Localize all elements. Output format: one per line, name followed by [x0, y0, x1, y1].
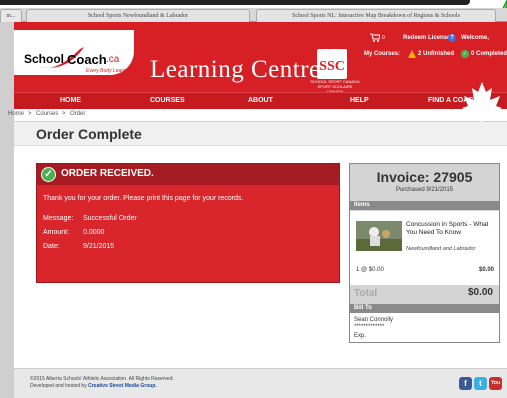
bill-to-label: Bill To [354, 305, 372, 311]
nav-home[interactable]: HOME [60, 97, 81, 104]
breadcrumb-home[interactable]: Home [8, 111, 24, 117]
ssc-logo-text: SSC [319, 59, 345, 74]
logo-ca-text: .ca [106, 54, 120, 65]
invoice-panel: Invoice: 27905 Purchased 9/21/2015 Items… [349, 163, 500, 343]
cart-icon[interactable] [370, 33, 380, 42]
ssc-logo-icon: SSC [317, 49, 347, 79]
order-amount-label: Amount: [43, 229, 70, 236]
youtube-icon[interactable]: You [489, 377, 502, 390]
breadcrumb-order: Order [70, 111, 86, 117]
completed-check-icon: ✓ [461, 50, 469, 58]
browser-tab[interactable]: School Sports Newfoundland & Labrador [26, 9, 250, 22]
order-date-value: 9/21/2015 [83, 243, 115, 250]
invoice-title: Invoice: 27905 [376, 169, 473, 185]
cart-count: 0 [382, 35, 385, 41]
main-nav: HOME COURSES ABOUT HELP FIND A COACH [14, 92, 507, 109]
items-label: Items [354, 202, 370, 208]
order-message-value: Successful Order [83, 215, 137, 222]
unfinished-courses-link[interactable]: 2 Unfinished [418, 51, 454, 57]
order-amount-value: 0.0000 [83, 229, 105, 236]
left-gutter [0, 22, 14, 398]
footer-copyright: ©2015 Alberta Schools' Athletic Associat… [30, 376, 174, 382]
site-title: Learning Centre [150, 56, 321, 83]
page-title-bar: Order Complete [14, 122, 507, 146]
page-title: Order Complete [36, 126, 142, 142]
browser-tab[interactable]: m... [0, 9, 22, 22]
course-thumbnail-image-icon [356, 221, 402, 251]
footer-developer-link[interactable]: Creative Street Media Group. [88, 383, 157, 389]
order-message-row: Message: Successful Order [43, 215, 137, 222]
completed-courses-link[interactable]: 0 Completed [471, 51, 507, 57]
logo-tagline: Every Body Learns [86, 68, 129, 74]
bill-to-panel: Sean Connolly ************* Exp. [350, 313, 499, 342]
item-quantity-price: 1 @ $0.00 [356, 267, 384, 273]
bill-to-exp: Exp. [354, 333, 367, 339]
breadcrumb-courses[interactable]: Courses [36, 111, 58, 117]
order-date-label: Date: [43, 243, 60, 250]
twitter-icon[interactable]: t [474, 377, 487, 390]
browser-tab-strip: m... School Sports Newfoundland & Labrad… [0, 8, 507, 22]
order-amount-row: Amount: 0.0000 [43, 229, 104, 236]
bill-to-section-bar: Bill To [350, 304, 499, 313]
logo-school-text: School [24, 52, 65, 66]
logo-coach-text: Coach [67, 52, 107, 67]
course-region: Newfoundland and Labrador [406, 246, 476, 252]
total-label: Total [354, 288, 378, 299]
welcome-text: Welcome, [461, 35, 489, 41]
footer-developed: Developed and hosted by Creative Street … [30, 383, 157, 389]
total-value: $0.00 [467, 287, 493, 298]
nav-courses[interactable]: COURSES [150, 97, 185, 104]
course-thumbnail [356, 221, 402, 251]
breadcrumb-separator: > [28, 111, 32, 117]
bill-to-name: Sean Connolly [354, 317, 394, 323]
nav-about[interactable]: ABOUT [248, 97, 273, 104]
items-section-bar: Items [350, 201, 499, 210]
browser-tab[interactable]: School Sports NL: Interactive Map Breakd… [256, 9, 496, 22]
breadcrumb: Home > Courses > Order [8, 109, 507, 121]
invoice-item: Concussion in Sports - What You Need To … [350, 211, 499, 285]
browser-top-strip [0, 0, 507, 8]
my-courses-label: My Courses: [364, 51, 401, 57]
browser-top-bar [0, 0, 470, 5]
warning-icon [408, 50, 416, 58]
invoice-purchased-date: Purchased 9/21/2015 [395, 187, 454, 193]
order-message-label: Message: [43, 215, 74, 222]
success-check-icon: ✓ [41, 167, 56, 182]
footer: ©2015 Alberta Schools' Athletic Associat… [14, 368, 507, 398]
order-date-row: Date: 9/21/2015 [43, 243, 114, 250]
item-total: $0.00 [478, 267, 494, 273]
redeem-license-link[interactable]: Redeem License [403, 35, 450, 41]
order-received-panel: ✓ ORDER RECEIVED. Thank you for your ord… [36, 163, 340, 283]
bill-to-card: ************* [354, 324, 385, 330]
nav-help[interactable]: HELP [350, 97, 369, 104]
order-received-title: ORDER RECEIVED. [61, 168, 154, 179]
facebook-icon[interactable]: f [459, 377, 472, 390]
order-thank-you-text: Thank you for your order. Please print t… [43, 195, 244, 202]
help-question-icon[interactable]: ? [448, 34, 456, 42]
footer-developed-prefix: Developed and hosted by [30, 383, 89, 389]
course-name[interactable]: Concussion in Sports - What You Need To … [406, 221, 496, 237]
breadcrumb-separator: > [62, 111, 66, 117]
order-panel-header: ✓ ORDER RECEIVED. [37, 164, 339, 185]
